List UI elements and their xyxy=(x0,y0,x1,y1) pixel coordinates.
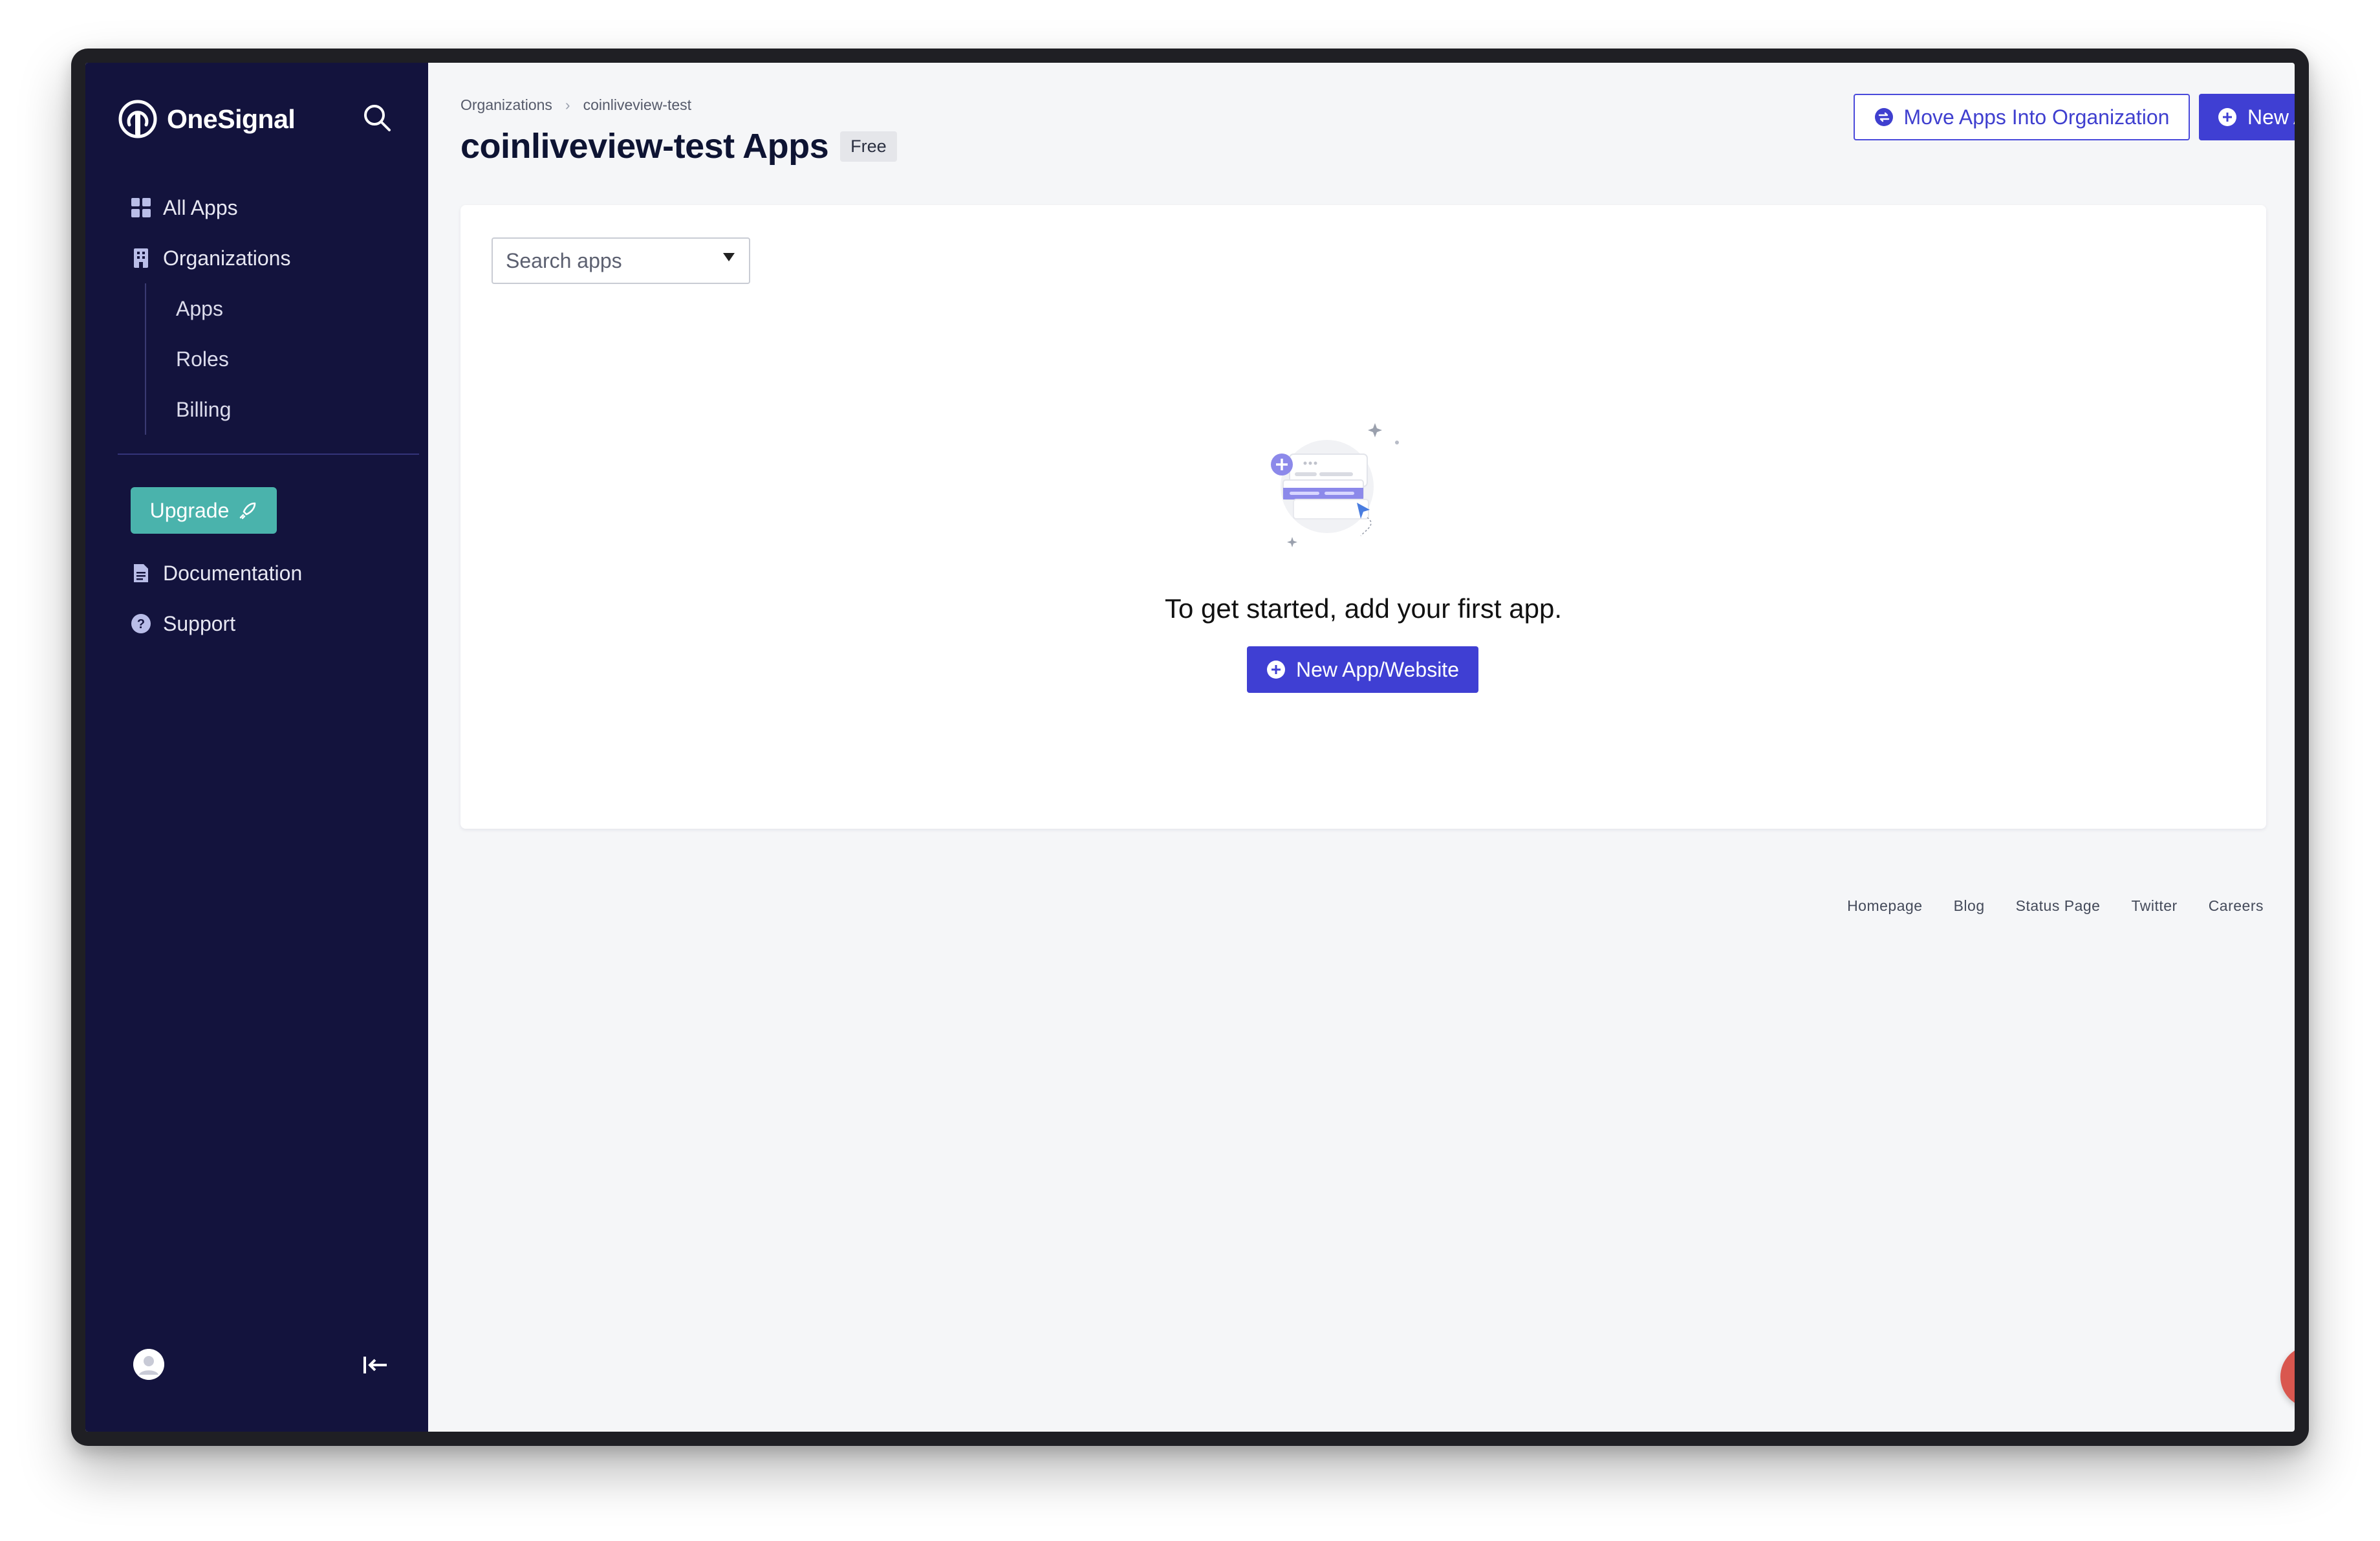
onesignal-logo-icon xyxy=(118,100,157,138)
plan-badge: Free xyxy=(840,131,897,162)
sidebar-item-documentation[interactable]: Documentation xyxy=(131,548,302,598)
search-apps-select[interactable]: Search apps xyxy=(492,237,750,284)
brand-name: OneSignal xyxy=(167,104,296,134)
title-row: coinliveview-test Apps Free xyxy=(460,126,897,166)
search-apps-placeholder: Search apps xyxy=(506,248,622,272)
footer-link-careers[interactable]: Careers xyxy=(2209,897,2264,915)
new-app-website-button[interactable]: New App/Website xyxy=(1247,646,1478,693)
main-content: Organizations › coinliveview-test coinli… xyxy=(428,63,2295,1432)
sidebar-item-label: Documentation xyxy=(163,561,303,585)
footer-link-homepage[interactable]: Homepage xyxy=(1847,897,1923,915)
sidebar-item-all-apps[interactable]: All Apps xyxy=(131,182,402,233)
empty-state-message: To get started, add your first app. xyxy=(1164,593,1562,624)
search-button[interactable] xyxy=(360,100,396,137)
app-window: OneSignal All Apps Organizations Apps Ro… xyxy=(85,63,2295,1432)
help-icon: ? xyxy=(131,613,151,634)
search-icon xyxy=(364,105,391,131)
apps-card: Search apps To get started, add your fir… xyxy=(460,205,2266,829)
move-apps-button[interactable]: Move Apps Into Organization xyxy=(1854,94,2190,140)
brand[interactable]: OneSignal xyxy=(118,99,296,139)
collapse-sidebar-button[interactable] xyxy=(360,1349,392,1381)
sidebar-item-label: Support xyxy=(163,611,236,635)
sidebar-item-label: Apps xyxy=(176,296,223,320)
sidebar-item-label: Organizations xyxy=(163,246,291,270)
sidebar-divider xyxy=(118,454,419,455)
upgrade-button[interactable]: Upgrade xyxy=(131,487,277,534)
user-icon xyxy=(133,1349,164,1380)
document-icon xyxy=(131,563,151,584)
sidebar-nav: All Apps Organizations Apps Roles Billin… xyxy=(131,182,402,435)
caret-down-icon xyxy=(723,253,735,261)
sidebar-item-billing[interactable]: Billing xyxy=(176,384,402,435)
sidebar-item-label: Billing xyxy=(176,397,232,421)
sidebar: OneSignal All Apps Organizations Apps Ro… xyxy=(85,63,428,1432)
footer-link-blog[interactable]: Blog xyxy=(1954,897,1985,915)
building-icon xyxy=(131,248,151,268)
new-app-button[interactable]: New App xyxy=(2199,94,2295,140)
upgrade-label: Upgrade xyxy=(149,498,230,522)
breadcrumb-organizations[interactable]: Organizations xyxy=(460,96,552,114)
sidebar-item-apps[interactable]: Apps xyxy=(176,283,402,334)
plus-circle-icon xyxy=(2218,108,2236,126)
move-apps-label: Move Apps Into Organization xyxy=(1903,105,2170,129)
rocket-icon xyxy=(240,502,256,519)
sidebar-item-support[interactable]: ? Support xyxy=(131,598,302,649)
page-title: coinliveview-test Apps xyxy=(460,127,829,166)
grid-icon xyxy=(131,197,151,218)
sidebar-secondary-nav: Documentation ? Support xyxy=(131,548,302,649)
sidebar-item-label: Roles xyxy=(176,347,229,371)
breadcrumb-org[interactable]: coinliveview-test xyxy=(583,96,691,114)
footer-link-twitter[interactable]: Twitter xyxy=(2131,897,2177,915)
plus-circle-icon xyxy=(1267,661,1285,679)
svg-text:?: ? xyxy=(137,617,145,631)
footer-links: Homepage Blog Status Page Twitter Career… xyxy=(1816,897,2264,915)
avatar[interactable] xyxy=(133,1349,164,1380)
new-app-label: New App xyxy=(2247,105,2295,129)
sidebar-item-label: All Apps xyxy=(163,195,238,219)
collapse-left-icon xyxy=(363,1357,387,1373)
new-app-website-label: New App/Website xyxy=(1296,657,1459,681)
chat-launcher-button[interactable] xyxy=(2280,1346,2295,1408)
empty-state-illustration-icon xyxy=(1271,423,1399,547)
sidebar-item-organizations[interactable]: Organizations xyxy=(131,233,402,283)
footer-link-status-page[interactable]: Status Page xyxy=(2016,897,2101,915)
sidebar-item-roles[interactable]: Roles xyxy=(176,334,402,384)
organization-subnav: Apps Roles Billing xyxy=(145,283,402,435)
device-frame: OneSignal All Apps Organizations Apps Ro… xyxy=(71,49,2309,1446)
chevron-right-icon: › xyxy=(565,96,570,113)
breadcrumb: Organizations › coinliveview-test xyxy=(460,96,691,114)
transfer-icon xyxy=(1874,108,1893,126)
